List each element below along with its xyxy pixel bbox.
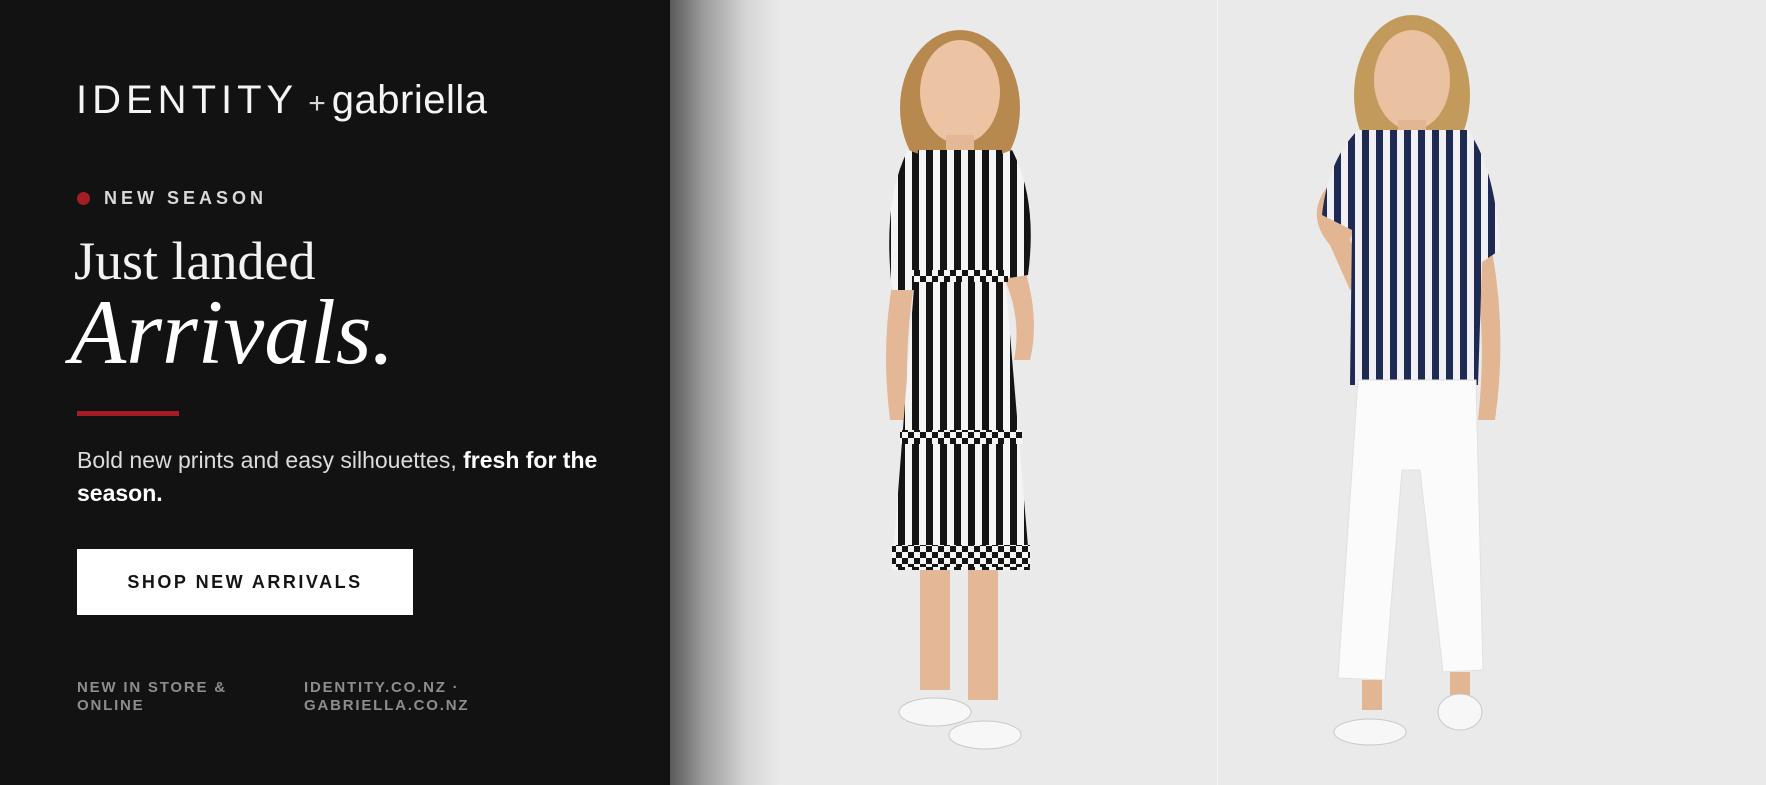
text-panel: IDENTITY + gabriella NEW SEASON Just lande… [0,0,670,785]
season-label: NEW SEASON [104,188,268,208]
description: Bold new prints and easy silhouettes, fr… [77,444,617,510]
brand-plus: + [308,87,326,120]
brand-secondary: gabriella [331,78,488,122]
red-dot-icon [77,192,90,205]
headline-line-2: Arrivals. [70,281,395,383]
shop-new-arrivals-button[interactable]: SHOP NEW ARRIVALS [77,549,413,615]
brand-primary: IDENTITY [76,78,299,122]
edge-shadow [670,0,780,785]
season-tag: NEW SEASON [77,188,267,209]
website-links[interactable]: IDENTITY.CO.NZ · GABRIELLA.CO.NZ [304,679,504,715]
promo-banner: IDENTITY + gabriella NEW SEASON Just lande… [0,0,1766,785]
availability-note: NEW IN STORE & ONLINE [77,679,227,714]
model-striped-top-white-pants-image [1316,15,1501,746]
description-text: Bold new prints and easy silhouettes, [77,447,464,473]
brand-logo[interactable]: IDENTITY + gabriella [76,76,487,128]
model-striped-dress-image [886,30,1034,750]
accent-divider [77,411,179,416]
photo-area [670,0,1766,785]
photo-divider [1217,0,1218,785]
